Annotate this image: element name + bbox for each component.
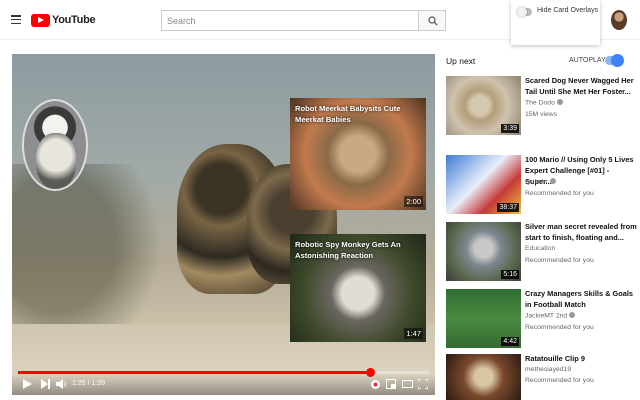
channel-name-text: The Dodo — [525, 99, 555, 107]
menu-icon[interactable] — [11, 15, 21, 25]
verified-icon — [569, 312, 576, 318]
card-title: Robotic Spy Monkey Gets An Astonishing R… — [295, 240, 401, 260]
video-player[interactable]: Robot Meerkat Babysits Cute Meerkat Babi… — [12, 54, 435, 395]
search-icon — [428, 16, 438, 26]
channel-watermark[interactable] — [22, 99, 88, 191]
up-next-heading: Up next — [446, 56, 476, 66]
list-item[interactable]: Ratatouille Clip 9 methesiayed19 Recomme… — [446, 354, 636, 400]
video-title[interactable]: Ratatouille Clip 9 — [525, 354, 637, 365]
video-meta: Recommended for you — [525, 324, 594, 331]
play-icon[interactable] — [23, 379, 32, 389]
card-title: Robot Meerkat Babysits Cute Meerkat Babi… — [295, 104, 401, 124]
end-screen-card[interactable]: Robotic Spy Monkey Gets An Astonishing R… — [290, 234, 426, 342]
video-thumbnail[interactable] — [446, 354, 521, 400]
card-duration: 2:00 — [404, 196, 423, 207]
search-button[interactable] — [418, 10, 446, 31]
extension-popup: Hide Card Overlays — [511, 0, 600, 45]
video-meta: Recommended for you — [525, 257, 594, 264]
autoplay-toggle[interactable] — [605, 54, 624, 67]
video-thumbnail[interactable]: 3:39 — [446, 76, 521, 135]
list-item[interactable]: 3:39 Scared Dog Never Wagged Her Tail Un… — [446, 76, 636, 138]
video-duration: 3:39 — [501, 124, 519, 133]
penguin-image — [36, 133, 76, 189]
video-title[interactable]: Crazy Managers Skills & Goals in Footbal… — [525, 289, 637, 311]
video-duration: 5:16 — [501, 270, 519, 279]
fullscreen-icon[interactable] — [418, 379, 428, 389]
miniplayer-icon[interactable] — [386, 379, 396, 389]
channel-name-text: ryukahr — [525, 178, 548, 186]
list-item[interactable]: 38:37 100 Mario // Using Only 5 Lives Ex… — [446, 155, 636, 217]
video-title[interactable]: Scared Dog Never Wagged Her Tail Until S… — [525, 76, 637, 98]
channel-name[interactable]: Education — [525, 245, 555, 252]
youtube-logo[interactable]: YouTube — [31, 13, 96, 27]
list-item[interactable]: 4:42 Crazy Managers Skills & Goals in Fo… — [446, 289, 636, 351]
video-thumbnail[interactable]: 4:42 — [446, 289, 521, 348]
settings-icon[interactable] — [370, 379, 381, 390]
video-duration: 38:37 — [497, 203, 519, 212]
hide-card-overlays-label: Hide Card Overlays — [537, 7, 599, 14]
verified-icon — [549, 178, 556, 184]
channel-name-text: JackieMT 2nd — [525, 312, 568, 320]
channel-name[interactable]: ryukahr — [525, 178, 556, 186]
player-controls: 1:25 / 1:39 — [12, 374, 435, 395]
video-duration: 4:42 — [501, 337, 519, 346]
verified-icon — [556, 99, 563, 105]
next-icon[interactable] — [41, 379, 50, 389]
search-input[interactable] — [161, 10, 419, 31]
channel-name[interactable]: methesiayed19 — [525, 366, 571, 373]
volume-icon[interactable] — [56, 379, 67, 389]
avatar[interactable] — [611, 10, 627, 30]
list-item[interactable]: 5:16 Silver man secret revealed from sta… — [446, 222, 637, 284]
end-screen-card[interactable]: Robot Meerkat Babysits Cute Meerkat Babi… — [290, 98, 426, 210]
video-meta: Recommended for you — [525, 190, 594, 197]
channel-name[interactable]: JackieMT 2nd — [525, 312, 576, 320]
video-meta: 15M views — [525, 111, 558, 118]
video-thumbnail[interactable]: 38:37 — [446, 155, 521, 214]
youtube-play-icon — [31, 13, 50, 27]
hide-card-overlays-toggle[interactable] — [517, 7, 532, 17]
logo-text: YouTube — [52, 14, 96, 26]
current-time: 1:25 — [72, 380, 86, 387]
theater-mode-icon[interactable] — [402, 379, 413, 389]
video-thumbnail[interactable]: 5:16 — [446, 222, 521, 281]
video-meta: Recommended for you — [525, 377, 594, 384]
video-title[interactable]: Silver man secret revealed from start to… — [525, 222, 637, 244]
autoplay-label: AUTOPLAY — [569, 57, 606, 64]
time-display: 1:25 / 1:39 — [72, 380, 106, 387]
youtube-watch-page: YouTube Hide Card Overlays Robot Meerkat… — [0, 0, 640, 400]
total-time: 1:39 — [91, 380, 106, 387]
card-duration: 1:47 — [404, 328, 423, 339]
channel-name[interactable]: The Dodo — [525, 99, 563, 107]
